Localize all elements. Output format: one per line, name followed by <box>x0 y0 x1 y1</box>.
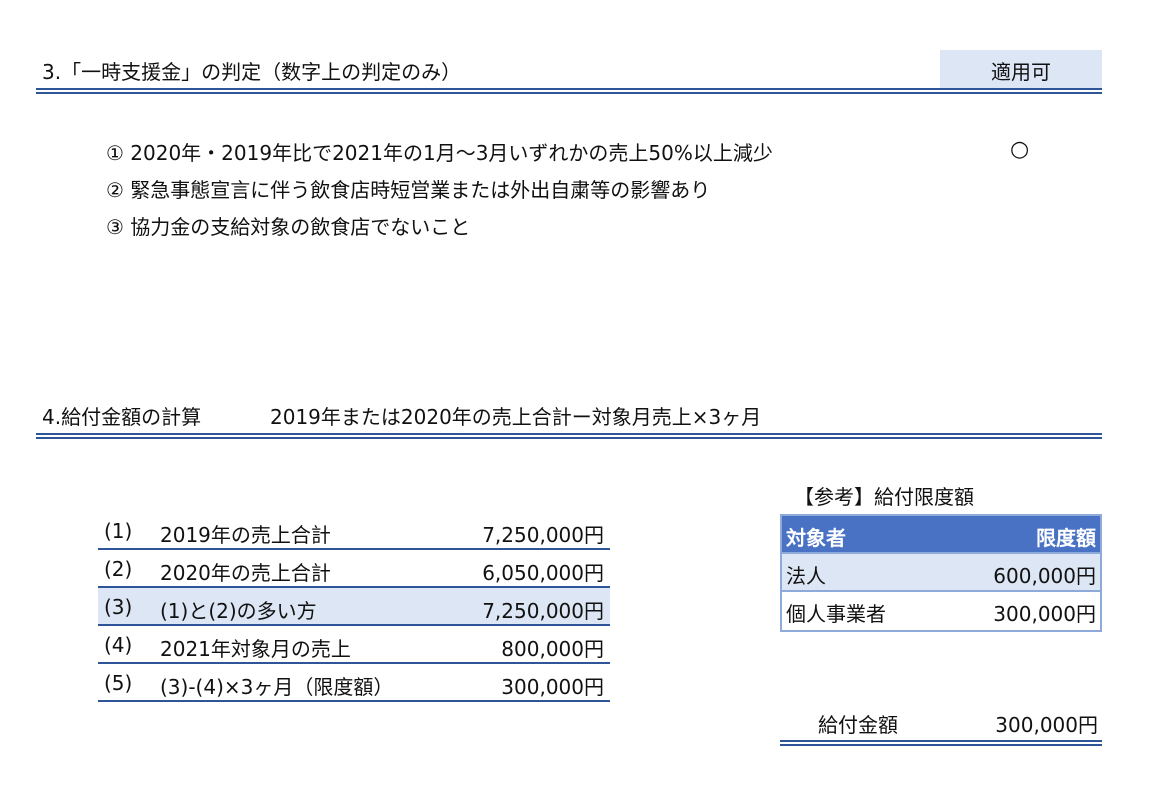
criterion-1-check: ○ <box>1010 137 1030 162</box>
reference-header: 対象者 限度額 <box>782 516 1100 554</box>
criterion-2: ② 緊急事態宣言に伴う飲食店時短営業または外出自粛等の影響あり <box>106 178 711 202</box>
row-value: 7,250,000円 <box>482 599 604 623</box>
header-target: 対象者 <box>786 526 846 550</box>
row-number: (2) <box>104 557 133 581</box>
row-label: (3)-(4)×3ヶ月（限度額） <box>160 675 394 699</box>
reference-limit: 600,000円 <box>993 564 1096 588</box>
row-label: 2021年対象月の売上 <box>160 637 351 661</box>
reference-target: 法人 <box>786 564 826 588</box>
payment-value: 300,000円 <box>995 713 1098 737</box>
row-number: (4) <box>104 633 133 657</box>
table-row: (5) (3)-(4)×3ヶ月（限度額） 300,000円 <box>98 664 610 702</box>
row-number: (1) <box>104 519 133 543</box>
row-value: 800,000円 <box>501 637 604 661</box>
section3-divider <box>36 88 1102 94</box>
section4-formula: 2019年または2020年の売上合計ー対象月売上×3ヶ月 <box>270 405 762 429</box>
table-row: (2) 2020年の売上合計 6,050,000円 <box>98 550 610 588</box>
verdict-text: 適用可 <box>991 59 1051 84</box>
row-value: 300,000円 <box>501 675 604 699</box>
row-label: 2019年の売上合計 <box>160 523 331 547</box>
header-limit: 限度額 <box>1036 526 1096 550</box>
section4-divider <box>36 433 1102 439</box>
section3-title: 3.「一時支援金」の判定（数字上の判定のみ） <box>42 60 462 84</box>
reference-table: 対象者 限度額 法人 600,000円 個人事業者 300,000円 <box>780 514 1102 632</box>
reference-target: 個人事業者 <box>786 602 886 626</box>
table-row: (1) 2019年の売上合計 7,250,000円 <box>98 512 610 550</box>
row-number: (3) <box>104 595 133 619</box>
reference-title: 【参考】給付限度額 <box>794 485 974 509</box>
row-value: 7,250,000円 <box>482 523 604 547</box>
table-row-highlighted: (3) (1)と(2)の多い方 7,250,000円 <box>98 588 610 626</box>
section4-title: 4.給付金額の計算 <box>42 405 202 429</box>
table-row: (4) 2021年対象月の売上 800,000円 <box>98 626 610 664</box>
reference-limit: 300,000円 <box>993 602 1096 626</box>
row-label: 2020年の売上合計 <box>160 561 331 585</box>
reference-row: 個人事業者 300,000円 <box>782 592 1100 630</box>
row-number: (5) <box>104 671 133 695</box>
criterion-3: ③ 協力金の支給対象の飲食店でないこと <box>106 215 471 239</box>
calculation-table: (1) 2019年の売上合計 7,250,000円 (2) 2020年の売上合計… <box>98 512 610 702</box>
payment-divider <box>780 740 1102 746</box>
payment-label: 給付金額 <box>818 713 898 737</box>
criterion-1: ① 2020年・2019年比で2021年の1月～3月いずれかの売上50%以上減少 <box>106 141 773 165</box>
reference-row: 法人 600,000円 <box>782 554 1100 592</box>
row-label: (1)と(2)の多い方 <box>160 599 317 623</box>
row-value: 6,050,000円 <box>482 561 604 585</box>
verdict-badge: 適用可 <box>940 50 1102 90</box>
